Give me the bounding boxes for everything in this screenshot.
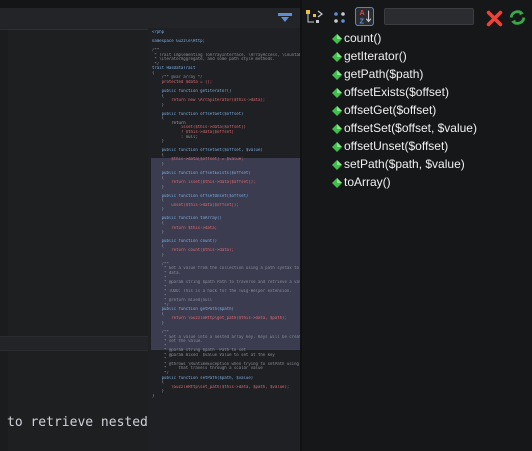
- outline-panel: A Z count() getIterator() getPath($path) of…: [302, 0, 532, 451]
- green-gem-icon: [332, 178, 342, 188]
- dots-grid-icon[interactable]: [330, 8, 349, 27]
- green-gem-icon: [332, 124, 342, 134]
- close-icon[interactable]: [485, 9, 504, 28]
- minimap-line: return \GuzzleHttp\get_path($this->data,…: [152, 316, 287, 321]
- minimap-line: }: [152, 393, 155, 398]
- editor-visible-line: to retrieve nested: [7, 415, 148, 430]
- outline-method-item[interactable]: setPath($path, $value): [302, 156, 532, 174]
- green-gem-icon: [332, 70, 342, 80]
- green-gem-icon: [332, 88, 342, 98]
- code-editor[interactable]: <?php namespace Guzzle\Http;/** * Trait i…: [0, 0, 300, 451]
- tree-view-icon[interactable]: [305, 8, 324, 27]
- outline-method-item[interactable]: getIterator(): [302, 48, 532, 66]
- outline-toolbar: A Z: [302, 0, 532, 33]
- outline-method-item[interactable]: count(): [302, 30, 532, 48]
- outline-method-label: getIterator(): [344, 49, 407, 63]
- bookmark-arrow-icon[interactable]: [276, 10, 294, 24]
- outline-method-label: toArray(): [344, 175, 391, 189]
- svg-text:Z: Z: [360, 16, 365, 25]
- outline-method-item[interactable]: getPath($path): [302, 66, 532, 84]
- outline-method-label: count(): [344, 31, 382, 45]
- minimap-code: <?php namespace Guzzle\Http;/** * Trait i…: [152, 30, 300, 398]
- outline-filter-input[interactable]: [384, 8, 474, 25]
- green-gem-icon: [332, 52, 342, 62]
- green-gem-icon: [332, 34, 342, 44]
- outline-method-label: offsetExists($offset): [344, 85, 449, 99]
- outline-method-item[interactable]: offsetUnset($offset): [302, 138, 532, 156]
- green-gem-icon: [332, 142, 342, 152]
- outline-method-item[interactable]: offsetExists($offset): [302, 84, 532, 102]
- green-gem-icon: [332, 160, 342, 170]
- method-list: count() getIterator() getPath($path) offset…: [302, 30, 532, 192]
- minimap-line: * @param string $path Path to traverse a…: [164, 280, 300, 285]
- outline-method-item[interactable]: toArray(): [302, 174, 532, 192]
- line-gutter: [0, 30, 8, 451]
- outline-method-label: offsetSet($offset, $value): [344, 121, 477, 135]
- sort-alphabetical-icon[interactable]: A Z: [355, 7, 374, 26]
- outline-method-item[interactable]: offsetSet($offset, $value): [302, 120, 532, 138]
- green-gem-icon: [332, 106, 342, 116]
- minimap-line: \GuzzleHttp\set_path($this->data, $path,…: [152, 384, 290, 389]
- outline-method-label: offsetUnset($offset): [344, 139, 449, 153]
- minimap-line: * TODO: This is a hack for the Twig-Help…: [152, 289, 292, 294]
- current-line-highlight: [0, 336, 148, 351]
- outline-method-label: offsetGet($offset): [344, 103, 437, 117]
- refresh-icon[interactable]: [508, 8, 527, 27]
- outline-method-item[interactable]: offsetGet($offset): [302, 102, 532, 120]
- editor-toolbar: [0, 8, 300, 30]
- outline-method-label: setPath($path, $value): [344, 157, 465, 171]
- outline-method-label: getPath($path): [344, 67, 424, 81]
